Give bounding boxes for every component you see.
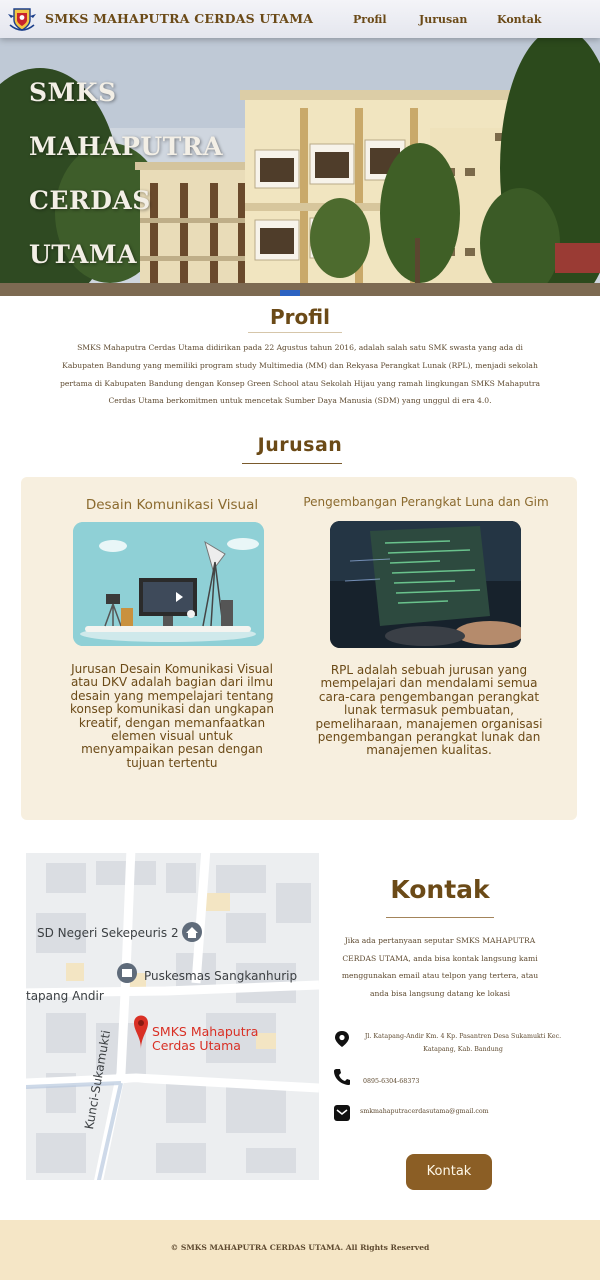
map-label-school: SMKS Mahaputra Cerdas Utama <box>152 1025 258 1053</box>
jurusan-rpl-description: RPL adalah sebuah jurusan yang mempelaja… <box>315 663 543 758</box>
contact-email[interactable]: smkmahaputracerdasutama@gmail.com <box>360 1105 489 1118</box>
jurusan-dkv-description: Jurusan Desain Komunikasi Visual atau DK… <box>69 662 274 770</box>
navbar: SMKS MAHAPUTRA CERDAS UTAMA Profil Jurus… <box>0 0 600 38</box>
site-brand[interactable]: SMKS MAHAPUTRA CERDAS UTAMA <box>45 11 313 26</box>
nav-link-jurusan[interactable]: Jurusan <box>419 13 467 26</box>
nav-link-profil[interactable]: Profil <box>353 13 387 26</box>
profil-heading: Profil <box>270 305 330 329</box>
map-school-line: SMKS Mahaputra <box>152 1024 259 1039</box>
contact-address: Jl. Katapang-Andir Km. 4 Kp. Pasantren D… <box>364 1033 562 1053</box>
kontak-button[interactable]: Kontak <box>406 1154 492 1190</box>
kontak-description: Jika ada pertanyaan seputar SMKS MAHAPUT… <box>341 936 539 998</box>
map-school-line: Cerdas Utama <box>152 1038 241 1053</box>
profil-description: SMKS Mahaputra Cerdas Utama didirikan pa… <box>60 343 540 406</box>
hero-title-line: MAHAPUTRA <box>29 132 223 161</box>
nav-link-kontak[interactable]: Kontak <box>497 13 541 26</box>
rpl-coding-photo <box>330 521 521 648</box>
map-label-puskesmas: Puskesmas Sangkanhurip <box>144 969 298 983</box>
footer: © SMKS MAHAPUTRA CERDAS UTAMA. All Right… <box>0 1220 600 1280</box>
jurusan-divider <box>242 463 342 464</box>
location-map[interactable]: SD Negeri Sekepeuris 2 Puskesmas Sangkan… <box>26 853 319 1180</box>
hero-title-line: CERDAS <box>29 186 151 215</box>
jurusan-dkv-title: Desain Komunikasi Visual <box>85 497 259 513</box>
footer-copyright: © SMKS MAHAPUTRA CERDAS UTAMA. All Right… <box>170 1243 430 1252</box>
hero-title: SMKS MAHAPUTRA CERDAS UTAMA <box>29 66 229 282</box>
profil-divider <box>248 332 342 333</box>
jurusan-card: Desain Komunikasi Visual Pengembangan Pe… <box>21 477 577 820</box>
dkv-illustration <box>73 522 264 646</box>
contact-phone[interactable]: 0895-6304-68373 <box>363 1075 419 1088</box>
map-label-street-katapang: tapang Andir <box>26 989 104 1003</box>
jurusan-rpl-title: Pengembangan Perangkat Luna dan Gim <box>303 495 549 509</box>
kontak-heading: Kontak <box>390 875 490 904</box>
kontak-divider <box>386 917 494 918</box>
jurusan-heading: Jurusan <box>257 434 343 456</box>
phone-icon <box>334 1069 350 1085</box>
hero-title-line: UTAMA <box>29 240 138 269</box>
email-icon <box>334 1105 350 1121</box>
hero-banner: SMKS MAHAPUTRA CERDAS UTAMA <box>0 38 600 296</box>
school-crest-icon[interactable] <box>8 5 36 33</box>
map-label-sd: SD Negeri Sekepeuris 2 <box>37 926 179 940</box>
hero-title-line: SMKS <box>29 78 117 107</box>
location-pin-icon <box>335 1031 349 1047</box>
